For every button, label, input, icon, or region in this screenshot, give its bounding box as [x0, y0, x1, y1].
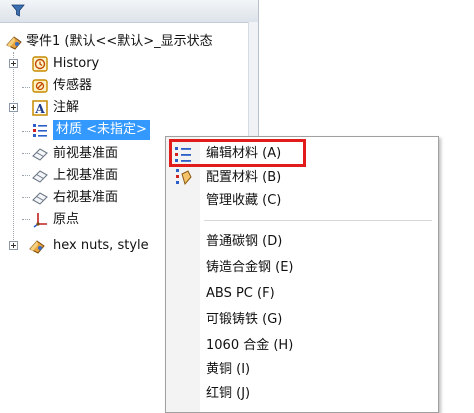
tree-item-sensors[interactable]: 传感器 — [0, 75, 258, 97]
svg-text:A: A — [34, 102, 45, 116]
plane-icon — [32, 192, 48, 205]
menu-item-configure-material[interactable]: 配置材料 (B) — [206, 167, 281, 189]
tree-item-label: 注解 — [53, 100, 80, 115]
menu-item-malleable-iron[interactable]: 可锻铸铁 (G) — [206, 309, 282, 331]
plane-icon — [32, 170, 48, 183]
annotation-icon: A — [32, 100, 48, 116]
tree-item-label: 上视基准面 — [53, 168, 119, 183]
menu-separator — [204, 220, 432, 221]
menu-item-plain-carbon-steel[interactable]: 普通碳钢 (D) — [206, 231, 282, 253]
menu-item-abs-pc[interactable]: ABS PC (F) — [206, 283, 275, 305]
highlight-box — [169, 139, 306, 167]
tree-item-label-selected: 材质 <未指定> — [53, 120, 150, 140]
menu-item-copper[interactable]: 红铜 (J) — [206, 383, 250, 405]
tree-item-annotations[interactable]: A 注解 — [0, 97, 258, 119]
history-icon — [32, 56, 48, 72]
tree-item-label: 右视基准面 — [53, 190, 119, 205]
feature-icon — [29, 240, 45, 254]
tree-item-label: 前视基准面 — [53, 146, 119, 161]
plane-icon — [32, 148, 48, 161]
tree-root[interactable]: 零件1 (默认<<默认>_显示状态 — [0, 31, 258, 53]
expand-toggle[interactable] — [9, 103, 18, 112]
origin-icon — [33, 213, 47, 228]
tree-item-label: 原点 — [53, 212, 80, 227]
part-icon — [6, 36, 22, 50]
configure-material-icon — [176, 169, 192, 186]
sensor-icon — [32, 79, 48, 93]
part-name: 零件1 (默认<<默认>_显示状态 — [26, 34, 213, 49]
tree-item-history[interactable]: History — [0, 53, 258, 75]
tree-item-label: hex nuts, style — [53, 238, 149, 253]
filter-bar[interactable] — [0, 0, 258, 23]
menu-item-cast-alloy-steel[interactable]: 铸造合金钢 (E) — [206, 257, 294, 279]
funnel-icon[interactable] — [11, 4, 25, 18]
expand-toggle[interactable] — [9, 241, 18, 250]
menu-item-brass[interactable]: 黄铜 (I) — [206, 359, 250, 381]
material-icon — [33, 124, 47, 137]
expand-toggle[interactable] — [9, 59, 18, 68]
menu-item-manage-favorites[interactable]: 管理收藏 (C) — [206, 190, 281, 212]
tree-item-label: History — [53, 56, 100, 71]
context-menu: 编辑材料 (A) 配置材料 (B) 管理收藏 (C) 普通碳钢 (D) 铸造合金… — [165, 136, 439, 413]
tree-item-label: 传感器 — [53, 78, 93, 93]
menu-item-1060-alloy[interactable]: 1060 合金 (H) — [206, 335, 293, 357]
